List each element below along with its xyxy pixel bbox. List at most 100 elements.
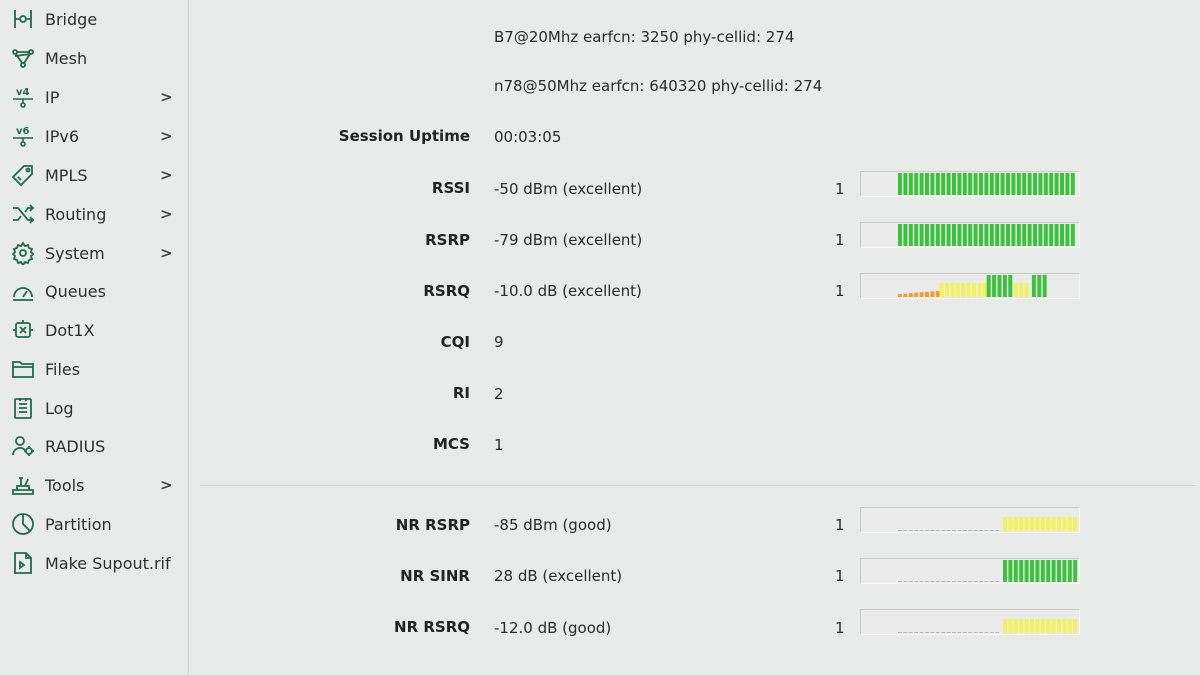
sidebar-item-dot1x[interactable]: Dot1X xyxy=(0,312,188,348)
signal-tick-yellow xyxy=(1035,517,1040,531)
signal-tick-yellow xyxy=(1067,619,1072,633)
signal-tick-green xyxy=(1062,560,1067,582)
signal-tick-green xyxy=(925,173,929,195)
signal-bar-nr-rsrp xyxy=(860,507,1080,533)
sidebar-item-label: Tools xyxy=(45,475,85,495)
signal-tick-green xyxy=(1038,224,1043,246)
signal-tick-green xyxy=(957,224,962,246)
signal-tick-green xyxy=(935,173,940,195)
signal-tick-orange xyxy=(903,293,908,297)
sidebar-item-log[interactable]: Log xyxy=(0,390,188,426)
value-nr-rsrq: -12.0 dB (good) xyxy=(494,619,612,637)
signal-tick-green xyxy=(1000,173,1005,195)
signal-tick-green xyxy=(935,224,940,246)
signal-tick-green xyxy=(925,224,929,246)
signal-tick-green xyxy=(946,224,951,246)
signal-tick-gray xyxy=(908,530,913,531)
signal-tick-green xyxy=(1027,173,1032,195)
label-rssi: RSSI xyxy=(431,179,470,197)
sidebar-item-files[interactable]: Files xyxy=(0,351,188,387)
signal-tick-green xyxy=(1003,560,1007,582)
sidebar-item-ipv6[interactable]: v6 IPv6 > xyxy=(0,118,188,154)
sidebar-item-mesh[interactable]: Mesh xyxy=(0,40,188,76)
signal-tick-green xyxy=(952,173,956,195)
signal-tick-yellow xyxy=(1073,517,1078,531)
signal-tick-gray xyxy=(935,581,940,582)
sidebar-item-label: IPv6 xyxy=(45,126,80,146)
signal-tick-green xyxy=(1060,224,1064,246)
signal-tick-green xyxy=(1040,560,1045,582)
signal-tick-gray xyxy=(919,632,924,633)
sidebar-item-mpls[interactable]: MPLS > xyxy=(0,157,188,193)
signal-tick-green xyxy=(1033,224,1037,246)
signal-tick-yellow xyxy=(1013,619,1018,633)
signal-tick-green xyxy=(914,173,919,195)
signal-tick-gray xyxy=(962,581,967,582)
signal-tick-yellow xyxy=(1024,619,1029,633)
sidebar-item-partition[interactable]: Partition xyxy=(0,506,188,542)
pie-icon xyxy=(10,512,36,536)
signal-bar-rssi xyxy=(860,171,1080,197)
signal-tick-gray xyxy=(946,581,951,582)
sidebar-item-make-supout[interactable]: Make Supout.rif xyxy=(0,545,188,581)
tools-icon xyxy=(10,473,36,497)
sidebar-item-tools[interactable]: Tools > xyxy=(0,467,188,503)
signal-tick-yellow xyxy=(1030,517,1034,531)
signal-tick-gray xyxy=(935,530,940,531)
signal-tick-green xyxy=(1006,224,1010,246)
value-ri: 2 xyxy=(494,385,504,403)
signal-tick-gray xyxy=(925,581,929,582)
sidebar-item-label: Routing xyxy=(45,204,107,224)
sidebar-item-bridge[interactable]: Bridge xyxy=(0,1,188,37)
signal-tick-green xyxy=(898,224,902,246)
signal-tick-green xyxy=(1031,275,1036,297)
sidebar-item-routing[interactable]: Routing > xyxy=(0,196,188,232)
signal-tick-gray xyxy=(989,581,994,582)
signal-tick-green xyxy=(989,224,994,246)
sidebar-item-queues[interactable]: Queues xyxy=(0,273,188,309)
signal-tick-green xyxy=(1037,275,1042,297)
band-info-nr: n78@50Mhz earfcn: 640320 phy-cellid: 274 xyxy=(494,77,823,95)
chevron-right-icon: > xyxy=(160,166,173,184)
signal-tick-green xyxy=(1000,224,1005,246)
signal-tick-green xyxy=(930,224,935,246)
signal-bar-nr-rsrq xyxy=(860,609,1080,635)
signal-tick-yellow xyxy=(1051,517,1056,531)
chevron-right-icon: > xyxy=(160,88,173,106)
signal-tick-green xyxy=(973,173,978,195)
signal-tick-gray xyxy=(925,530,929,531)
signal-tick-green xyxy=(1011,224,1016,246)
sidebar-item-label: Bridge xyxy=(45,9,98,29)
signal-tick-yellow xyxy=(945,283,949,297)
signal-tick-green xyxy=(992,275,997,297)
signal-tick-green xyxy=(1022,173,1027,195)
signal-bar-rsrp xyxy=(860,222,1080,248)
signal-tick-yellow xyxy=(1008,517,1013,531)
signal-tick-green xyxy=(1065,224,1070,246)
value-nr-rsrp: -85 dBm (good) xyxy=(494,516,612,534)
signal-tick-green xyxy=(1030,560,1034,582)
signal-tick-green xyxy=(1051,560,1056,582)
signal-tick-green xyxy=(1011,173,1016,195)
signal-tick-gray xyxy=(952,530,956,531)
signal-tick-gray xyxy=(941,581,946,582)
signal-tick-green xyxy=(1022,224,1027,246)
signal-tick-green xyxy=(1027,224,1032,246)
signal-tick-yellow xyxy=(1024,283,1029,297)
signal-tick-gray xyxy=(962,632,967,633)
sidebar: Bridge Mesh v4 IP > v6 IPv6 > MPLS > Rou xyxy=(0,0,189,675)
signal-tick-yellow xyxy=(1046,619,1051,633)
sidebar-item-radius[interactable]: RADIUS xyxy=(0,428,188,464)
signal-tick-orange xyxy=(919,292,924,297)
signal-tick-green xyxy=(1033,173,1037,195)
sidebar-item-label: Partition xyxy=(45,514,112,534)
count-nr-rsrp: 1 xyxy=(835,516,845,534)
sidebar-item-system[interactable]: System > xyxy=(0,235,188,271)
gear-icon xyxy=(10,241,36,265)
label-nr-rsrq: NR RSRQ xyxy=(394,618,470,636)
chevron-right-icon: > xyxy=(160,205,173,223)
sidebar-item-ip[interactable]: v4 IP > xyxy=(0,79,188,115)
signal-tick-gray xyxy=(979,530,983,531)
signal-tick-gray xyxy=(973,530,978,531)
main-panel: B7@20Mhz earfcn: 3250 phy-cellid: 274 n7… xyxy=(189,0,1200,675)
